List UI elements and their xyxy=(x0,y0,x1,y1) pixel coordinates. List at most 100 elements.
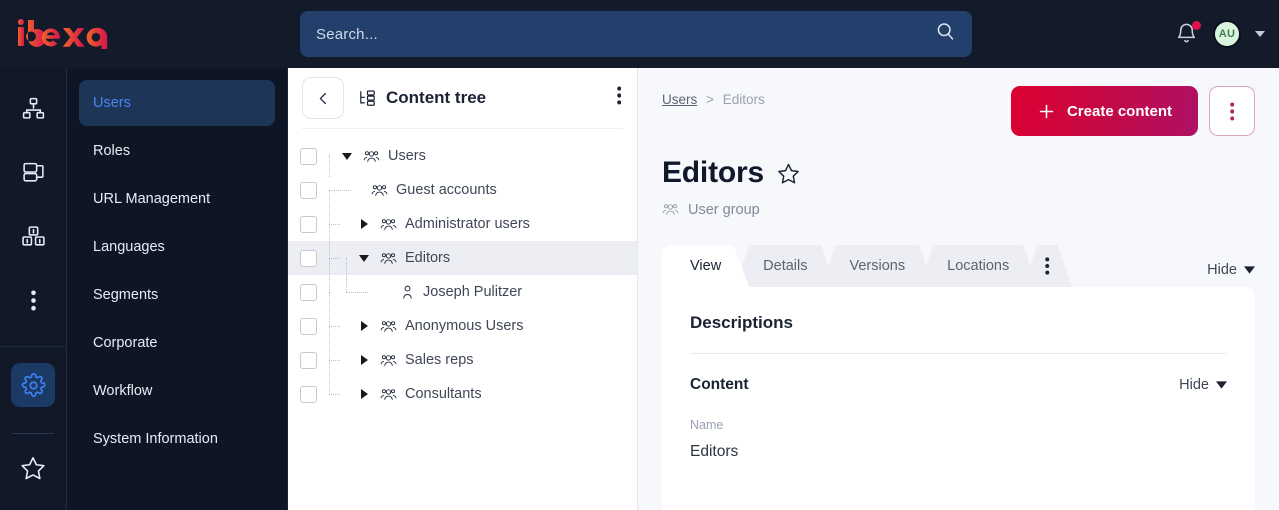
tree-row[interactable]: Sales reps xyxy=(288,343,637,377)
sidebar-item-system-information[interactable]: System Information xyxy=(79,416,275,462)
tab-view[interactable]: View xyxy=(662,245,749,287)
tab-versions[interactable]: Versions xyxy=(822,245,934,287)
tree-connector xyxy=(329,258,330,292)
sidebar-item-languages[interactable]: Languages xyxy=(79,224,275,270)
tree-expand-toggle[interactable] xyxy=(356,321,372,331)
tree-row[interactable]: Consultants xyxy=(288,377,637,411)
more-vertical-icon xyxy=(617,86,622,105)
content-tree-panel: Content tree xyxy=(288,68,638,510)
avatar-initials: AU xyxy=(1219,28,1236,40)
tree-row[interactable]: Users xyxy=(288,139,637,173)
tree-connector xyxy=(329,224,340,225)
user-group-icon xyxy=(380,216,397,233)
user-group-icon xyxy=(371,182,388,199)
sidebar-item-label: URL Management xyxy=(93,191,210,207)
user-menu-chevron-down-icon[interactable] xyxy=(1255,31,1265,37)
tree-connector xyxy=(329,360,340,361)
tree-connector xyxy=(329,394,340,395)
tree-expand-toggle[interactable] xyxy=(356,219,372,229)
tree-expand-toggle[interactable] xyxy=(356,255,372,262)
tree-connector xyxy=(346,292,368,293)
sidebar-item-url-management[interactable]: URL Management xyxy=(79,176,275,222)
tree-expand-toggle[interactable] xyxy=(339,153,355,160)
user-icon xyxy=(400,284,415,301)
notifications-button[interactable] xyxy=(1175,22,1199,46)
sitemap-icon[interactable] xyxy=(11,86,55,130)
tree-row-checkbox[interactable] xyxy=(300,318,317,335)
tree-row-checkbox[interactable] xyxy=(300,284,317,301)
content-section-header: Content Hide xyxy=(690,376,1227,394)
user-group-icon xyxy=(662,201,679,218)
tree-connector xyxy=(329,360,330,394)
search-icon[interactable] xyxy=(935,21,956,47)
user-group-icon xyxy=(380,318,397,335)
more-vertical-icon[interactable] xyxy=(11,278,55,322)
tree-expand-toggle[interactable] xyxy=(356,389,372,399)
tree-connector xyxy=(329,155,330,177)
chevron-right-icon xyxy=(361,321,368,331)
tree-row-label: Joseph Pulitzer xyxy=(423,284,522,300)
create-content-button[interactable]: Create content xyxy=(1011,86,1198,136)
tree-row[interactable]: Guest accounts xyxy=(288,173,637,207)
search-input[interactable]: Search... xyxy=(300,11,972,57)
content-section-heading: Content xyxy=(690,376,749,394)
header-row: Users > Editors Create content xyxy=(662,86,1255,136)
sidebar-item-roles[interactable]: Roles xyxy=(79,128,275,174)
content-tree-header: Content tree xyxy=(288,68,637,128)
tree-connector xyxy=(329,190,330,224)
star-icon[interactable] xyxy=(11,446,55,490)
avatar[interactable]: AU xyxy=(1213,20,1241,48)
search-container: Search... xyxy=(300,11,972,57)
tree-row-checkbox[interactable] xyxy=(300,148,317,165)
sidebar-item-corporate[interactable]: Corporate xyxy=(79,320,275,366)
tree-row-checkbox[interactable] xyxy=(300,182,317,199)
sidebar-item-label: Workflow xyxy=(93,383,152,399)
tree-row-selected[interactable]: Editors xyxy=(288,241,637,275)
chevron-right-icon xyxy=(361,219,368,229)
tree-row[interactable]: Administrator users xyxy=(288,207,637,241)
gear-icon[interactable] xyxy=(11,363,55,407)
chevron-down-icon xyxy=(1244,266,1255,274)
search-placeholder: Search... xyxy=(316,26,378,43)
user-group-icon xyxy=(380,250,397,267)
sidebar-item-segments[interactable]: Segments xyxy=(79,272,275,318)
sidebar-item-label: Users xyxy=(93,95,131,111)
tree-row-checkbox[interactable] xyxy=(300,352,317,369)
panel-heading: Descriptions xyxy=(690,313,1227,333)
hide-tabs-toggle[interactable]: Hide xyxy=(1207,262,1255,278)
products-icon[interactable] xyxy=(11,214,55,258)
user-group-icon xyxy=(380,352,397,369)
collapse-tree-button[interactable] xyxy=(302,77,344,119)
tab-label: Locations xyxy=(947,258,1009,274)
field-value-name: Editors xyxy=(690,443,1227,461)
brand-logo[interactable] xyxy=(0,19,300,49)
content-tree-title: Content tree xyxy=(386,88,486,108)
tab-details[interactable]: Details xyxy=(735,245,835,287)
tree-row-checkbox[interactable] xyxy=(300,216,317,233)
plus-icon xyxy=(1037,102,1056,121)
content-tree-menu-button[interactable] xyxy=(617,86,622,110)
breadcrumb-parent[interactable]: Users xyxy=(662,92,697,107)
tree-row-checkbox[interactable] xyxy=(300,386,317,403)
sidebar-item-workflow[interactable]: Workflow xyxy=(79,368,275,414)
star-icon[interactable] xyxy=(777,162,800,185)
media-library-icon[interactable] xyxy=(11,150,55,194)
tree-row[interactable]: Joseph Pulitzer xyxy=(288,275,637,309)
tree-row-label: Sales reps xyxy=(405,352,474,368)
sidebar-item-label: Corporate xyxy=(93,335,157,351)
tab-overflow[interactable] xyxy=(1023,245,1072,287)
hide-content-label: Hide xyxy=(1179,377,1209,393)
tree-expand-toggle[interactable] xyxy=(356,355,372,365)
tree-connector xyxy=(329,292,330,326)
topbar-right-actions: AU xyxy=(1175,0,1265,68)
content-tree-list: Users Guest accounts xyxy=(288,129,637,510)
sidebar-item-label: Segments xyxy=(93,287,158,303)
tree-row[interactable]: Anonymous Users xyxy=(288,309,637,343)
tab-locations[interactable]: Locations xyxy=(919,245,1037,287)
tree-row-checkbox[interactable] xyxy=(300,250,317,267)
sidebar-item-users[interactable]: Users xyxy=(79,80,275,126)
tree-connector xyxy=(329,190,351,191)
hide-content-toggle[interactable]: Hide xyxy=(1179,377,1227,393)
page-overflow-button[interactable] xyxy=(1209,86,1255,136)
tab-bar: View Details Versions Locations xyxy=(662,245,1255,287)
